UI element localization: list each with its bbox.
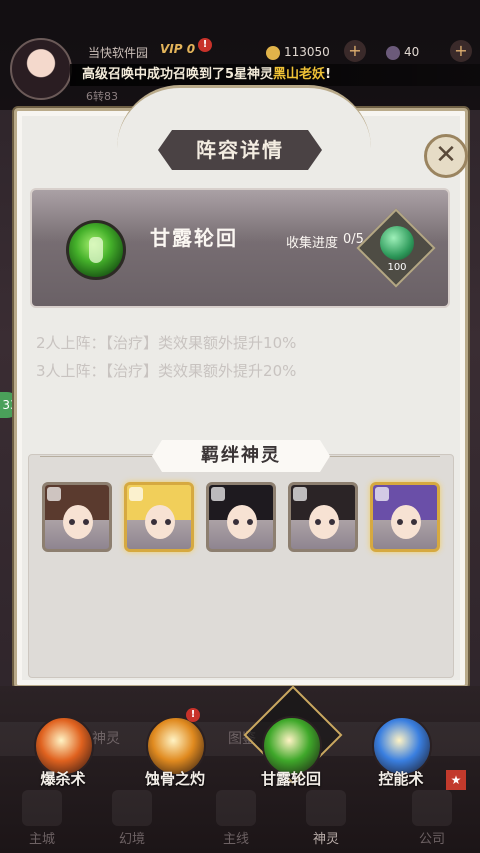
company-icon [412,790,452,826]
nav-main-quest[interactable]: 主线 [206,828,266,847]
divider [40,456,152,457]
coin-icon [266,45,280,60]
nav-spirits[interactable]: 神灵 [296,828,356,847]
spirit-eye [233,519,239,525]
skill-label-control: 控能术 [378,770,424,788]
potion-icon [66,220,126,280]
marquee-highlight: 黑山老妖 [273,67,326,82]
reward-gem-icon [380,226,414,260]
skill-icon-burst[interactable] [34,716,94,776]
reward-count: 100 [387,262,407,273]
spirit-portrait[interactable] [42,482,112,552]
spirit-portrait[interactable] [288,482,358,552]
bonus-text-3: 3人上阵：【治疗】类效果额外提升20% [36,362,297,380]
player-name: 当快软件园 [88,46,149,60]
element-icon [211,487,225,501]
spirit-portrait[interactable] [124,482,194,552]
skill-label-nectar: 甘露轮回 [260,770,321,788]
bonus-text-2: 2人上阵：【治疗】类效果额外提升10% [36,334,297,352]
divider [328,456,440,457]
marquee-suffix: ! [325,67,331,82]
element-icon [375,487,389,501]
spirit-eye [69,519,75,525]
spirit-eye [397,519,403,525]
gem-icon [386,45,400,60]
vip-badge[interactable]: VIP 0 [160,42,195,56]
spirit-eye [247,519,253,525]
dialog-title: 阵容详情 [158,130,322,170]
city-icon [22,790,62,826]
lock-icon [112,790,152,826]
marquee-text: 高级召唤中成功召唤到了5星神灵 [82,67,274,82]
sub-strip-text: 6转83 [86,90,118,103]
close-icon[interactable]: ✕ [424,134,468,178]
gold-value: 113050 [284,45,330,59]
element-icon [293,487,307,501]
element-icon [47,487,61,501]
gold-counter: 113050 [266,42,330,62]
skill-icon-control[interactable] [372,716,432,776]
add-gem-button[interactable]: + [450,40,472,62]
skill-icon-corrode[interactable] [146,716,206,776]
event-badge[interactable]: ★ [446,770,466,790]
announcement-marquee: 高级召唤中成功召唤到了5星神灵黑山老妖! [70,64,480,86]
gem-value: 40 [404,45,420,59]
nav-company[interactable]: 公司 [402,828,462,847]
tab-spirits[interactable]: 神灵 [92,724,120,754]
spirit-eye [411,519,417,525]
notification-dot: ! [198,38,212,52]
element-icon [129,487,143,501]
skill-icon-nectar[interactable] [262,716,322,776]
bond-spirits-title: 羁绊神灵 [152,440,330,472]
combo-name: 甘露轮回 [150,226,238,250]
skill-label-burst: 爆杀术 [40,770,86,788]
player-avatar[interactable] [10,38,72,100]
spirit-eye [151,519,157,525]
spirit-eye [315,519,321,525]
nav-main-city[interactable]: 主城 [12,828,72,847]
nav-illusion[interactable]: 幻境 [102,828,162,847]
spirit-eye [83,519,89,525]
spirit-icon [306,790,346,826]
spirit-portrait[interactable] [370,482,440,552]
skill-alert-badge: ! [186,708,200,722]
spirit-eye [329,519,335,525]
spirit-eye [165,519,171,525]
collect-progress-label: 收集进度 [286,236,339,251]
mainline-icon [216,790,256,826]
gem-counter: 40 [386,42,419,62]
add-gold-button[interactable]: + [344,40,366,62]
spirit-portrait[interactable] [206,482,276,552]
skill-label-corrode: 蚀骨之灼 [144,770,205,788]
